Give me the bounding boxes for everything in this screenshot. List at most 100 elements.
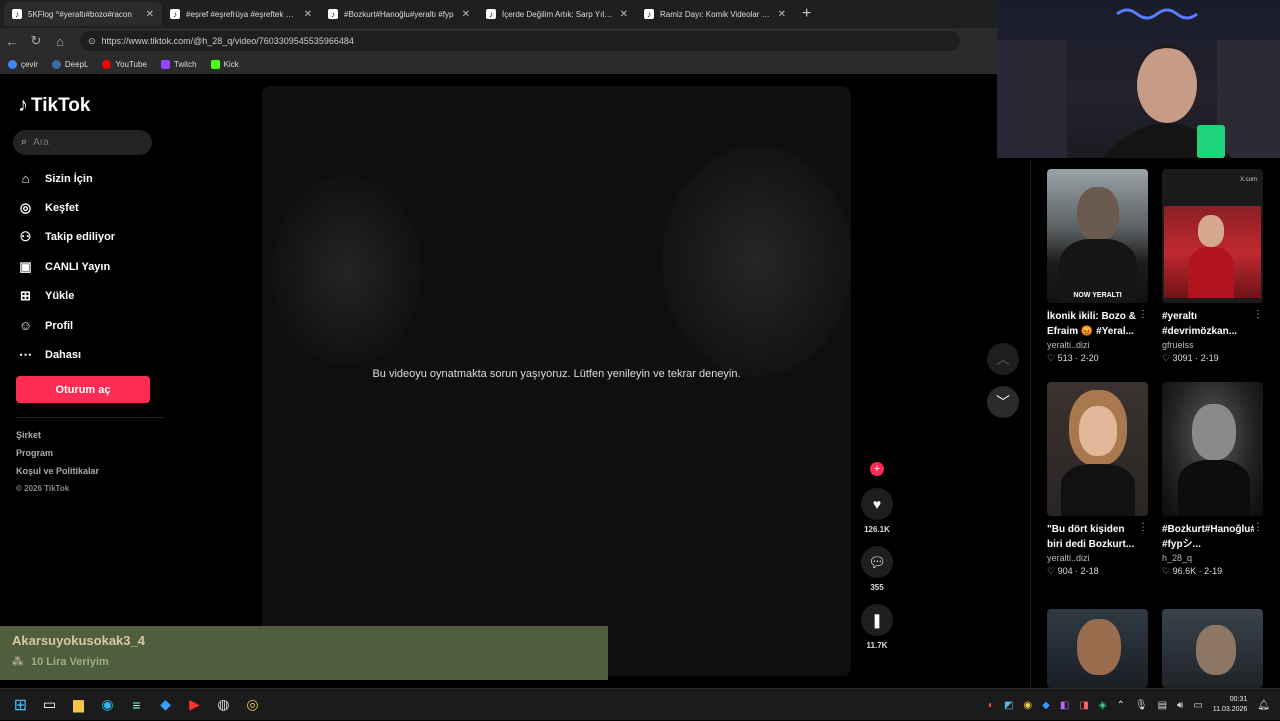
- tray-app-icon[interactable]: ◉: [1023, 700, 1032, 711]
- save-count: 11.7K: [866, 641, 888, 650]
- related-video-author[interactable]: yeralti..dizi: [1047, 553, 1148, 563]
- vscode-icon[interactable]: ◆: [151, 691, 180, 719]
- video-actions: + ♥ 126.1K 💬︎ 355 ❚ 11.7K: [860, 462, 894, 662]
- next-video-button[interactable]: ﹀: [987, 386, 1019, 418]
- save-button[interactable]: ❚: [861, 604, 893, 636]
- notification-bell-icon[interactable]: 🔔︎: [1257, 700, 1270, 711]
- task-view-icon[interactable]: ▭: [35, 691, 64, 719]
- video-thumbnail[interactable]: NOW YERALTI: [1047, 169, 1148, 303]
- bookmark-deepl[interactable]: DeepL: [51, 59, 88, 69]
- tray-app-icon[interactable]: ◈: [1099, 700, 1107, 711]
- login-button[interactable]: Oturum aç: [16, 376, 150, 403]
- close-tab-icon[interactable]: ✕: [462, 9, 470, 20]
- volume-icon[interactable]: 🔊︎: [1177, 700, 1183, 711]
- youtube-app-icon[interactable]: ▶: [180, 691, 209, 719]
- bookmark-youtube[interactable]: YouTube: [102, 59, 147, 69]
- like-count: 126.1K: [864, 525, 890, 534]
- url-field[interactable]: ⊙ https://www.tiktok.com/@h_28_q/video/7…: [80, 31, 960, 51]
- tiktok-favicon-icon: ♪: [328, 9, 338, 19]
- tray-app-icon[interactable]: ◩: [1004, 700, 1013, 711]
- more-options-icon[interactable]: ⋮: [1138, 522, 1148, 533]
- browser-tab[interactable]: ♪ İçerde Değilim Artık: Sarp Yılmaz'ı ✕: [478, 2, 636, 26]
- bookmark-twitch[interactable]: Twitch: [160, 59, 197, 69]
- nav-item-upload[interactable]: ⊞ Yükle: [18, 282, 115, 311]
- tray-app-icon[interactable]: ◨: [1079, 700, 1088, 711]
- browser-tab[interactable]: ♪ 5KFlog ^#yeraltı#bozo#racon ✕: [4, 2, 162, 26]
- edge-browser-icon[interactable]: ◉: [93, 691, 122, 719]
- video-thumbnail[interactable]: [1162, 382, 1263, 516]
- battery-icon[interactable]: ▭: [1193, 700, 1202, 711]
- close-tab-icon[interactable]: ✕: [304, 9, 312, 20]
- sidebar-footer: Şirket Program Koşul ve Politikalar © 20…: [16, 430, 99, 502]
- video-thumbnail[interactable]: [1162, 609, 1263, 688]
- related-video-card[interactable]: NOW YERALTI İkonik ikili: Bozo & Efraim …: [1047, 169, 1148, 364]
- nav-item-following[interactable]: ⚇ Takip ediliyor: [18, 223, 115, 252]
- close-tab-icon[interactable]: ✕: [620, 9, 628, 20]
- streamer-webcam: [997, 0, 1280, 158]
- bookmark-cevir[interactable]: çevir: [8, 59, 38, 69]
- related-video-card[interactable]: [1047, 609, 1148, 688]
- microphone-icon[interactable]: 🎙︎: [1135, 700, 1148, 711]
- related-video-author[interactable]: gfruelss: [1162, 340, 1263, 350]
- nav-item-profile[interactable]: ☺ Profil: [18, 311, 115, 340]
- related-video-meta: ♡ 3091 · 2-19: [1162, 353, 1219, 363]
- more-options-icon[interactable]: ⋮: [1253, 309, 1263, 320]
- new-tab-button[interactable]: +: [802, 5, 811, 23]
- video-player[interactable]: Bu videoyu oynatmakta sorun yaşıyoruz. L…: [262, 86, 851, 676]
- comment-icon: 💬︎: [868, 553, 886, 570]
- tiktok-logo[interactable]: ♪ TikTok: [18, 94, 90, 117]
- tray-app-icon[interactable]: ◐: [988, 700, 994, 711]
- browser-tab[interactable]: ♪ #Bozkurt#Hanoğlu#yeraltı #fyp ✕: [320, 2, 478, 26]
- back-icon[interactable]: ←: [0, 34, 24, 49]
- more-options-icon[interactable]: ⋮: [1253, 522, 1263, 533]
- related-video-card[interactable]: "Bu dört kişiden biri dedi Bozkurt... ⋮ …: [1047, 382, 1148, 577]
- home-icon[interactable]: ⌂: [48, 34, 72, 49]
- video-thumbnail[interactable]: [1047, 609, 1148, 688]
- system-clock[interactable]: 00:31 11.03.2026: [1213, 695, 1248, 715]
- video-thumbnail[interactable]: X.com: [1162, 169, 1263, 303]
- related-video-card[interactable]: X.com #yeraltı #devrimözkan... ⋮ gfruels…: [1162, 169, 1263, 364]
- footer-link-program[interactable]: Program: [16, 448, 99, 466]
- tray-app-icon[interactable]: ◧: [1060, 700, 1069, 711]
- nav-item-more[interactable]: ⋯ Dahası: [18, 340, 115, 369]
- heart-icon: ♥: [872, 496, 882, 512]
- video-thumbnail[interactable]: [1047, 382, 1148, 516]
- bookmark-kick[interactable]: Kick: [210, 59, 239, 69]
- footer-link-terms[interactable]: Koşul ve Politikalar: [16, 466, 99, 484]
- related-video-author[interactable]: yeralti..dizi: [1047, 340, 1148, 350]
- related-video-meta: ♡ 904 · 2-18: [1047, 566, 1099, 576]
- tray-overflow-icon[interactable]: ⌃: [1116, 700, 1124, 711]
- tray-app-icon[interactable]: ◆: [1042, 700, 1050, 711]
- browser-tab[interactable]: ♪ #eşref #eşrefrüya #eşreftek #nisan ✕: [162, 2, 320, 26]
- recorder-icon[interactable]: ◍: [209, 691, 238, 719]
- close-tab-icon[interactable]: ✕: [778, 9, 786, 20]
- browser-tab[interactable]: ♪ Ramiz Dayı: Komik Videolar ve Mo ✕: [636, 2, 794, 26]
- nav-item-for-you[interactable]: ⌂ Sizin İçin: [18, 164, 115, 193]
- heart-outline-icon: ♡: [1162, 566, 1171, 576]
- footer-link-company[interactable]: Şirket: [16, 430, 99, 448]
- follow-plus-icon[interactable]: +: [870, 462, 884, 476]
- nav-item-live[interactable]: ▣ CANLI Yayın: [18, 252, 115, 281]
- nav-item-explore[interactable]: ◎ Keşfet: [18, 193, 115, 222]
- related-video-card[interactable]: [1162, 609, 1263, 688]
- sidebar-divider: [16, 417, 164, 418]
- close-tab-icon[interactable]: ✕: [146, 9, 154, 20]
- address-bar-row: ← ↻ ⌂ ⊙ https://www.tiktok.com/@h_28_q/v…: [0, 28, 997, 54]
- terminal-icon[interactable]: ≡: [122, 691, 151, 719]
- tiktok-favicon-icon: ♪: [486, 9, 496, 19]
- start-button[interactable]: ⊞: [6, 691, 35, 719]
- site-info-icon[interactable]: ⊙: [88, 36, 96, 47]
- file-explorer-icon[interactable]: ▆: [64, 691, 93, 719]
- related-video-author[interactable]: h_28_q: [1162, 553, 1263, 563]
- comment-button[interactable]: 💬︎: [861, 546, 893, 578]
- like-button[interactable]: ♥: [861, 488, 893, 520]
- url-text: https://www.tiktok.com/@h_28_q/video/760…: [101, 36, 354, 46]
- chrome-icon[interactable]: ◎: [238, 691, 267, 719]
- reload-icon[interactable]: ↻: [24, 33, 48, 49]
- search-input[interactable]: [33, 137, 144, 148]
- related-video-card[interactable]: #Bozkurt#Hanoğlu#yeraltı #fypシ... ⋮ h_28…: [1162, 382, 1263, 577]
- related-video-title: #yeraltı #devrimözkan...: [1162, 311, 1238, 337]
- more-options-icon[interactable]: ⋮: [1138, 309, 1148, 320]
- previous-video-button[interactable]: ︿: [987, 343, 1019, 375]
- network-icon[interactable]: ▤: [1158, 700, 1167, 711]
